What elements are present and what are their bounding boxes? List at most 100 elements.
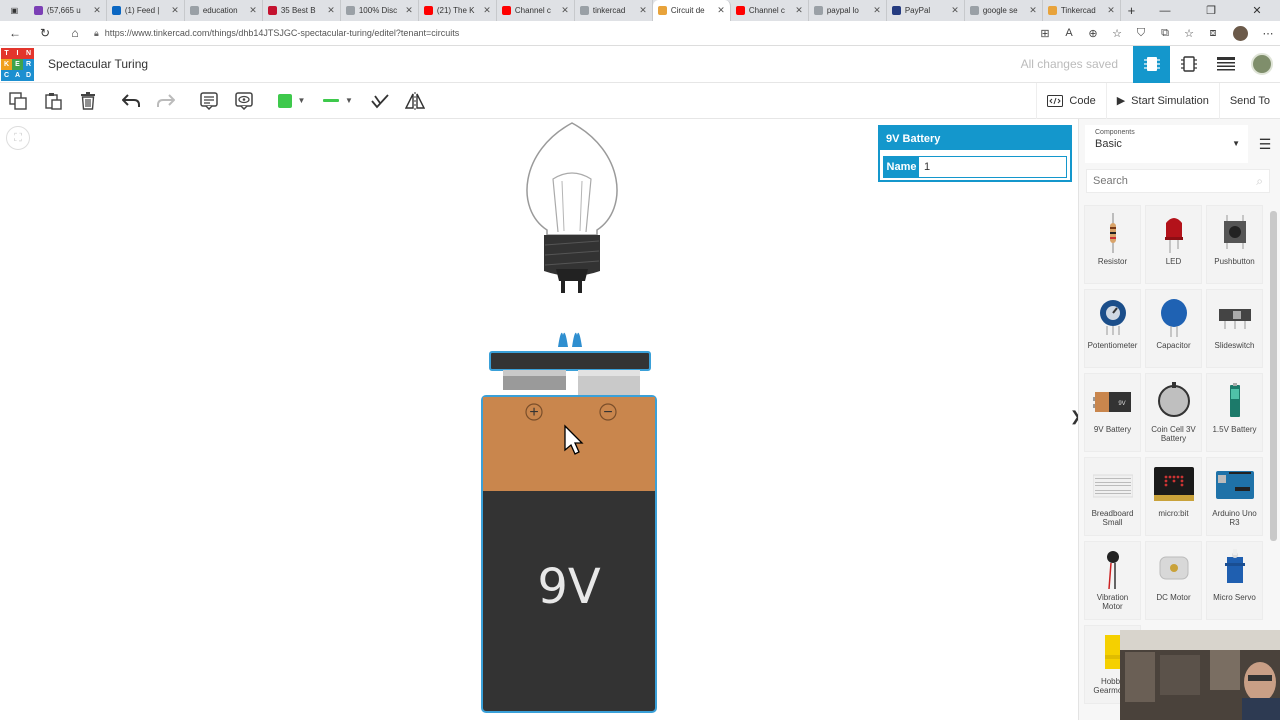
browser-tab[interactable]: Circuit de ✕ [652, 0, 731, 21]
maximize-icon[interactable]: ❐ [1188, 0, 1234, 21]
paste-icon[interactable] [35, 86, 70, 116]
rotate-icon[interactable] [362, 86, 397, 116]
zoom-icon[interactable]: ⊕ [1081, 27, 1105, 40]
component-slideswitch[interactable]: Slideswitch [1206, 289, 1263, 368]
tab-close-icon[interactable]: ✕ [795, 5, 803, 16]
read-aloud-icon[interactable]: A [1057, 27, 1081, 39]
component-micro-servo[interactable]: Micro Servo [1206, 541, 1263, 620]
component-list-view-icon[interactable] [1207, 46, 1244, 83]
component-arduino[interactable]: Arduino Uno R3 [1206, 457, 1263, 536]
browser-tab[interactable]: Channel c ✕ [731, 0, 809, 21]
home-icon[interactable]: ⌂ [60, 26, 90, 40]
wire-type-picker[interactable]: ▼ [314, 86, 362, 116]
wire-color-picker[interactable]: ▼ [269, 86, 314, 116]
minimize-icon[interactable]: — [1142, 0, 1188, 21]
breadboard-icon [1092, 463, 1133, 507]
browser-tab[interactable]: (57,665 u ✕ [29, 0, 107, 21]
tab-close-icon[interactable]: ✕ [405, 5, 413, 16]
browser-tab[interactable]: tinkercad ✕ [575, 0, 653, 21]
browser-tab[interactable]: 35 Best B ✕ [263, 0, 341, 21]
component-pushbutton[interactable]: Pushbutton [1206, 205, 1263, 284]
name-field[interactable] [919, 157, 1066, 177]
tab-title: Circuit de [670, 6, 705, 15]
tab-close-icon[interactable]: ✕ [639, 5, 647, 16]
reload-icon[interactable]: ↻ [30, 26, 60, 40]
app-available-icon[interactable]: ⊞ [1033, 27, 1057, 40]
components-scrollbar[interactable] [1270, 211, 1277, 541]
send-to-label: Send To [1229, 94, 1270, 107]
potentiometer-icon [1093, 295, 1133, 339]
send-to-button[interactable]: Send To [1218, 82, 1280, 119]
circuit-canvas[interactable]: ⛶ + − 9V [0, 119, 1076, 720]
tab-close-icon[interactable]: ✕ [717, 5, 725, 16]
component-battery-9v[interactable]: 9V 9V Battery [1084, 373, 1141, 452]
components-dropdown[interactable]: Components Basic ▼ [1085, 125, 1248, 163]
copy-icon[interactable] [0, 86, 35, 116]
delete-icon[interactable] [70, 86, 105, 116]
circuit-view-icon[interactable] [1133, 45, 1170, 83]
favorite-star-icon[interactable]: ☆ [1105, 27, 1129, 40]
component-led[interactable]: LED [1145, 205, 1202, 284]
editor-toolbar: ▼ ▼ Code ▶ Start Simulation Send To [0, 82, 1280, 119]
extension-icon[interactable]: ⛉ [1129, 27, 1153, 40]
tab-close-icon[interactable]: ✕ [483, 5, 491, 16]
tinkercad-logo[interactable]: TINKERCAD [1, 47, 34, 81]
list-view-icon[interactable]: ☰ [1251, 125, 1279, 163]
component-breadboard[interactable]: Breadboard Small [1084, 457, 1141, 536]
browser-tab[interactable]: google se ✕ [965, 0, 1043, 21]
close-window-icon[interactable]: ✕ [1234, 0, 1280, 21]
tab-close-icon[interactable]: ✕ [561, 5, 569, 16]
redo-icon[interactable] [148, 86, 183, 116]
tab-close-icon[interactable]: ✕ [873, 5, 881, 16]
light-bulb[interactable] [526, 122, 618, 293]
user-avatar[interactable] [1251, 53, 1273, 75]
component-vibration-motor[interactable]: Vibration Motor [1084, 541, 1141, 620]
component-dc-motor[interactable]: DC Motor [1145, 541, 1202, 620]
browser-tab[interactable]: PayPal ✕ [887, 0, 965, 21]
browser-tab[interactable]: education ✕ [185, 0, 263, 21]
extensions-puzzle-icon[interactable]: ⧉ [1153, 27, 1177, 40]
schematic-view-icon[interactable] [1170, 46, 1207, 83]
component-coin-cell[interactable]: Coin Cell 3V Battery [1145, 373, 1202, 452]
component-search-input[interactable]: Search ⌕ [1086, 169, 1270, 193]
tab-actions-menu-icon[interactable]: ▣ [0, 0, 29, 21]
component-potentiometer[interactable]: Potentiometer [1084, 289, 1141, 368]
tab-close-icon[interactable]: ✕ [93, 5, 101, 16]
project-title[interactable]: Spectacular Turing [48, 57, 148, 71]
tab-close-icon[interactable]: ✕ [249, 5, 257, 16]
led-icon [1154, 211, 1194, 255]
browser-tab[interactable]: 100% Disc ✕ [341, 0, 419, 21]
tab-close-icon[interactable]: ✕ [327, 5, 335, 16]
url-field[interactable]: 🔒︎ https://www.tinkercad.com/things/dhb1… [90, 24, 1033, 43]
browser-tab[interactable]: Channel c ✕ [497, 0, 575, 21]
favorites-icon[interactable]: ☆ [1177, 27, 1201, 40]
collections-icon[interactable]: ⧈ [1201, 27, 1225, 40]
undo-icon[interactable] [113, 86, 148, 116]
browser-tab[interactable]: (21) The K ✕ [419, 0, 497, 21]
tab-title: (21) The K [436, 6, 475, 15]
component-resistor[interactable]: Resistor [1084, 205, 1141, 284]
battery-9v[interactable]: + − 9V [481, 351, 657, 713]
tab-close-icon[interactable]: ✕ [171, 5, 179, 16]
start-simulation-button[interactable]: ▶ Start Simulation [1105, 82, 1219, 119]
back-icon[interactable]: ← [0, 26, 30, 40]
tab-close-icon[interactable]: ✕ [1029, 5, 1037, 16]
browser-profile-avatar[interactable] [1233, 25, 1248, 41]
browser-tab[interactable]: Tinkercad ✕ [1043, 0, 1121, 21]
new-tab-button[interactable]: + [1121, 0, 1142, 21]
inspector-name-row: Name [883, 156, 1067, 178]
code-button[interactable]: Code [1036, 82, 1105, 119]
component-battery-aa[interactable]: 1.5V Battery [1206, 373, 1263, 452]
browser-tab[interactable]: (1) Feed | ✕ [107, 0, 185, 21]
tab-close-icon[interactable]: ✕ [951, 5, 959, 16]
code-label: Code [1069, 94, 1096, 107]
notes-icon[interactable] [191, 86, 226, 116]
browser-menu-icon[interactable]: ⋯ [1256, 27, 1280, 40]
component-capacitor[interactable]: Capacitor [1145, 289, 1202, 368]
component-microbit[interactable]: micro:bit [1145, 457, 1202, 536]
browser-tab[interactable]: paypal lo ✕ [809, 0, 887, 21]
notes-visibility-icon[interactable] [226, 86, 261, 116]
flip-icon[interactable] [397, 86, 432, 116]
battery-terminal-pins[interactable] [558, 332, 582, 347]
tab-close-icon[interactable]: ✕ [1107, 5, 1115, 16]
